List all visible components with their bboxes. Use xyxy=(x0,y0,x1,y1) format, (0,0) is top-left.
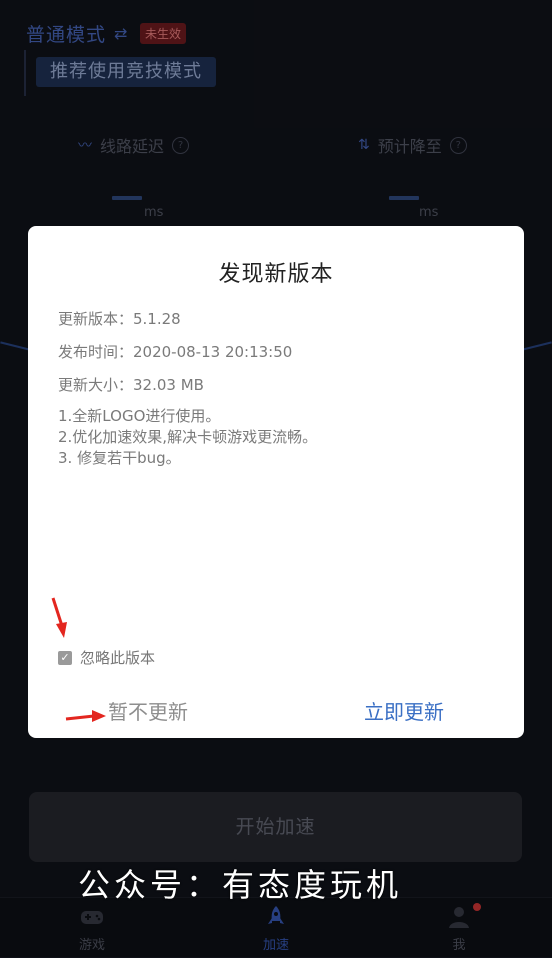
release-note: 2.优化加速效果,解决卡顿游戏更流畅。 xyxy=(58,428,318,446)
annotation-arrow-right xyxy=(65,710,106,722)
ignore-version-label[interactable]: 忽略此版本 xyxy=(80,647,155,668)
update-dialog: 发现新版本 更新版本：5.1.28 发布时间：2020-08-13 20:13:… xyxy=(28,226,524,738)
later-button[interactable]: 暂不更新 xyxy=(108,696,188,725)
watermark-text: 公众号：有态度玩机 xyxy=(78,866,403,904)
ignore-version-checkbox[interactable]: ✓ xyxy=(58,650,72,665)
ignore-version-checkbox-row[interactable]: ✓ 忽略此版本 xyxy=(58,647,155,668)
annotation-arrow-down xyxy=(51,597,67,638)
update-now-button[interactable]: 立即更新 xyxy=(364,696,444,725)
version-line: 更新版本：5.1.28 xyxy=(58,310,181,328)
dialog-title: 发现新版本 xyxy=(218,262,334,287)
release-time-line: 发布时间：2020-08-13 20:13:50 xyxy=(58,343,293,361)
size-line: 更新大小：32.03 MB xyxy=(58,376,204,394)
release-notes: 1.全新LOGO进行使用。 2.优化加速效果,解决卡顿游戏更流畅。 3. 修复若… xyxy=(58,406,317,469)
release-note: 3. 修复若干bug。 xyxy=(58,449,181,467)
release-note: 1.全新LOGO进行使用。 xyxy=(58,407,221,425)
